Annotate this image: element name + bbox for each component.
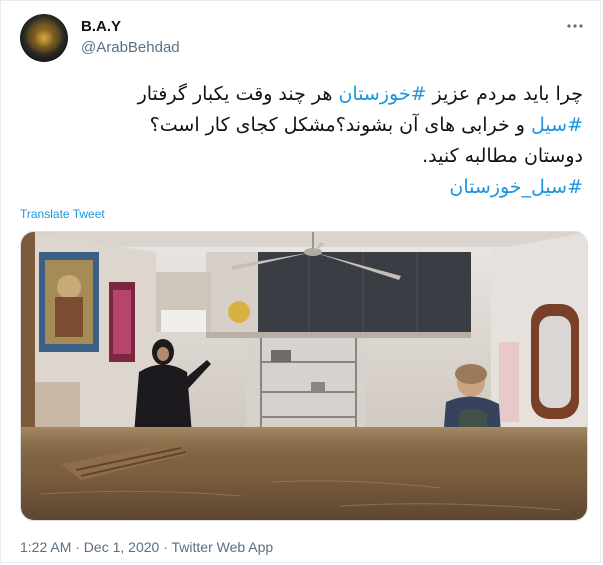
hashtag-link[interactable]: #سیل_خوزستان [449,176,583,198]
translate-tweet-link[interactable]: Translate Tweet [20,207,105,221]
tweet-card: B.A.Y @ArabBehdad چرا باید مردم عزیز #خو… [0,0,601,563]
tweet-meta: 1:22 AM · Dec 1, 2020 · Twitter Web App [20,539,273,555]
tweet-text-line-1: چرا باید مردم عزیز #خوزستان هر چند وقت ی… [23,79,583,110]
hashtag-link[interactable]: #خوزستان [338,83,426,105]
avatar[interactable] [20,14,68,62]
more-dots-icon[interactable] [564,15,586,37]
avatar-image [26,22,62,52]
tweet-text-line-3: دوستان مطالبه کنید. [422,145,583,167]
tweet-text: چرا باید مردم عزیز #خوزستان هر چند وقت ی… [23,79,583,203]
user-handle[interactable]: @ArabBehdad [81,39,180,56]
source-app-link[interactable]: Twitter Web App [172,539,274,555]
timestamp[interactable]: 1:22 AM · Dec 1, 2020 · [20,539,172,555]
flooded-room-image [21,232,587,520]
text-segment: چرا باید مردم عزیز [426,83,583,105]
tweet-text-line-2: #سیل و خرابی های آن بشوند؟مشکل کجای کار … [23,110,583,141]
hashtag-link[interactable]: #سیل [531,114,583,136]
tweet-photo[interactable] [20,231,588,521]
tweet-text-line-4: #سیل_خوزستان [23,172,583,203]
display-name[interactable]: B.A.Y [81,18,121,35]
text-segment: و خرابی های آن بشوند؟مشکل کجای کار است؟ [149,114,532,136]
text-segment: هر چند وقت یکبار گرفتار [137,83,339,105]
